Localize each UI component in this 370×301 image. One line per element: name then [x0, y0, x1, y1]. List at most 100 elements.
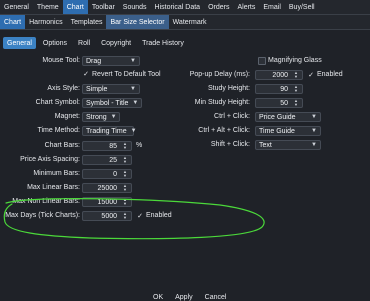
- time-method-value: Trading Time: [86, 127, 127, 135]
- tab-sounds[interactable]: Sounds: [119, 0, 151, 14]
- ctrl-click-select[interactable]: Price Guide ▼: [255, 112, 321, 122]
- mouse-tool-label: Mouse Tool:: [42, 57, 80, 64]
- study-height-value: 90: [280, 85, 288, 93]
- shift-click-select[interactable]: Text ▼: [255, 140, 321, 150]
- spinner-icon[interactable]: ▲ ▼: [121, 184, 129, 192]
- revert-default-checkbox[interactable]: ✓: [82, 70, 90, 78]
- min-study-height-label: Min Study Height:: [194, 99, 250, 106]
- max-linear-bars-value: 25000: [97, 184, 117, 192]
- revert-default-label: Revert To Default Tool: [92, 71, 161, 78]
- minimum-bars-input[interactable]: 0 ▲ ▼: [82, 169, 132, 179]
- tab-email[interactable]: Email: [259, 0, 285, 14]
- tab-general[interactable]: General: [0, 0, 33, 14]
- chart-bars-unit: %: [136, 142, 143, 149]
- chart-symbol-label: Chart Symbol:: [35, 99, 80, 106]
- tab-roll[interactable]: Roll: [74, 37, 94, 49]
- chart-bars-value: 85: [109, 142, 117, 150]
- magnet-select[interactable]: Strong ▼: [82, 112, 120, 122]
- spinner-icon[interactable]: ▲ ▼: [292, 85, 300, 93]
- chart-bars-input[interactable]: 85 ▲ ▼: [82, 141, 132, 151]
- time-method-select[interactable]: Trading Time ▼: [82, 126, 137, 136]
- settings-panel: Mouse Tool: Drag ▼ ✓ Revert To Default To…: [0, 52, 370, 300]
- max-days-enabled-checkbox[interactable]: ✓: [136, 212, 144, 220]
- mouse-tool-select[interactable]: Drag ▼: [82, 56, 140, 66]
- spinner-icon[interactable]: ▲ ▼: [292, 99, 300, 107]
- chevron-down-icon: ▼: [132, 100, 139, 106]
- time-method-label: Time Method:: [37, 127, 80, 134]
- tab-orders[interactable]: Orders: [204, 0, 233, 14]
- spinner-icon[interactable]: ▲ ▼: [121, 156, 129, 164]
- magnet-label: Magnet:: [54, 113, 80, 120]
- tab-bar-size-selector[interactable]: Bar Size Selector: [106, 15, 169, 29]
- spinner-icon[interactable]: ▲ ▼: [121, 212, 129, 220]
- mouse-tool-value: Drag: [86, 57, 102, 65]
- ctrl-click-value: Price Guide: [259, 113, 296, 121]
- price-axis-spacing-label: Price Axis Spacing:: [20, 156, 80, 163]
- chart-subtab-bar: Chart Harmonics Templates Bar Size Selec…: [0, 15, 370, 30]
- tab-trade-history[interactable]: Trade History: [138, 37, 188, 49]
- spinner-icon[interactable]: ▲ ▼: [121, 142, 129, 150]
- max-linear-bars-input[interactable]: 25000 ▲ ▼: [82, 183, 132, 193]
- shift-click-value: Text: [259, 141, 272, 149]
- max-non-linear-bars-value: 15000: [97, 198, 117, 206]
- max-non-linear-bars-label: Max Non Linear Bars:: [12, 198, 80, 205]
- chevron-down-icon: ▼: [130, 86, 136, 92]
- general-subtab-bar: General Options Roll Copyright Trade His…: [0, 36, 370, 50]
- ctrl-alt-click-select[interactable]: Time Guide ▼: [255, 126, 321, 136]
- max-linear-bars-label: Max Linear Bars:: [27, 184, 80, 191]
- magnifying-glass-checkbox[interactable]: [258, 57, 266, 65]
- tab-alerts[interactable]: Alerts: [233, 0, 259, 14]
- max-days-enabled-label: Enabled: [146, 212, 172, 219]
- tab-general-sub[interactable]: General: [3, 37, 36, 49]
- tab-harmonics[interactable]: Harmonics: [25, 15, 66, 29]
- tab-chart[interactable]: Chart: [62, 0, 88, 14]
- chevron-down-icon: ▼: [311, 142, 317, 148]
- chart-bars-label: Chart Bars:: [44, 142, 80, 149]
- tab-options[interactable]: Options: [39, 37, 71, 49]
- minimum-bars-value: 0: [113, 170, 117, 178]
- tab-historical-data[interactable]: Historical Data: [151, 0, 205, 14]
- popup-delay-label: Pop-up Delay (ms):: [189, 71, 250, 78]
- magnifying-glass-label: Magnifying Glass: [268, 57, 322, 64]
- tab-templates[interactable]: Templates: [67, 15, 107, 29]
- popup-delay-input[interactable]: 2000 ▲ ▼: [255, 70, 303, 80]
- chevron-down-icon: ▼: [130, 58, 136, 64]
- axis-style-select[interactable]: Simple ▼: [82, 84, 140, 94]
- max-days-input[interactable]: 5000 ▲ ▼: [82, 211, 132, 221]
- axis-style-value: Simple: [86, 85, 108, 93]
- min-study-height-input[interactable]: 50 ▲ ▼: [255, 98, 303, 108]
- price-axis-spacing-value: 25: [109, 156, 117, 164]
- settings-menu-bar: General Theme Chart Toolbar Sounds Histo…: [0, 0, 370, 15]
- chevron-down-icon: ▼: [130, 128, 137, 134]
- min-study-height-value: 50: [280, 99, 288, 107]
- popup-delay-enabled-label: Enabled: [317, 71, 343, 78]
- axis-style-label: Axis Style:: [47, 85, 80, 92]
- study-height-label: Study Height:: [207, 85, 250, 92]
- tab-theme[interactable]: Theme: [33, 0, 63, 14]
- tab-chart-sub[interactable]: Chart: [0, 15, 26, 29]
- study-height-input[interactable]: 90 ▲ ▼: [255, 84, 303, 94]
- chevron-down-icon: ▼: [110, 114, 117, 120]
- tab-copyright[interactable]: Copyright: [97, 37, 135, 49]
- max-days-value: 5000: [101, 212, 117, 220]
- chevron-down-icon: ▼: [311, 128, 317, 134]
- minimum-bars-label: Minimum Bars:: [33, 170, 80, 177]
- tab-buy-sell[interactable]: Buy/Sell: [285, 0, 319, 14]
- spinner-icon[interactable]: ▲ ▼: [292, 71, 300, 79]
- popup-delay-enabled-checkbox[interactable]: ✓: [307, 71, 315, 79]
- chevron-down-icon: ▼: [311, 114, 317, 120]
- spinner-icon[interactable]: ▲ ▼: [121, 198, 129, 206]
- max-days-label: Max Days (Tick Charts):: [5, 212, 80, 219]
- popup-delay-value: 2000: [272, 71, 288, 79]
- ctrl-click-label: Ctrl + Click:: [214, 113, 250, 120]
- max-non-linear-bars-input[interactable]: 15000 ▲ ▼: [82, 197, 132, 207]
- tab-toolbar[interactable]: Toolbar: [88, 0, 119, 14]
- tab-watermark[interactable]: Watermark: [169, 15, 211, 29]
- price-axis-spacing-input[interactable]: 25 ▲ ▼: [82, 155, 132, 165]
- ctrl-alt-click-label: Ctrl + Alt + Click:: [198, 127, 250, 134]
- shift-click-label: Shift + Click:: [210, 141, 250, 148]
- chart-symbol-value: Symbol - Title: [86, 99, 129, 107]
- chart-symbol-select[interactable]: Symbol - Title ▼: [82, 98, 142, 108]
- spinner-icon[interactable]: ▲ ▼: [121, 170, 129, 178]
- magnet-value: Strong: [86, 113, 107, 121]
